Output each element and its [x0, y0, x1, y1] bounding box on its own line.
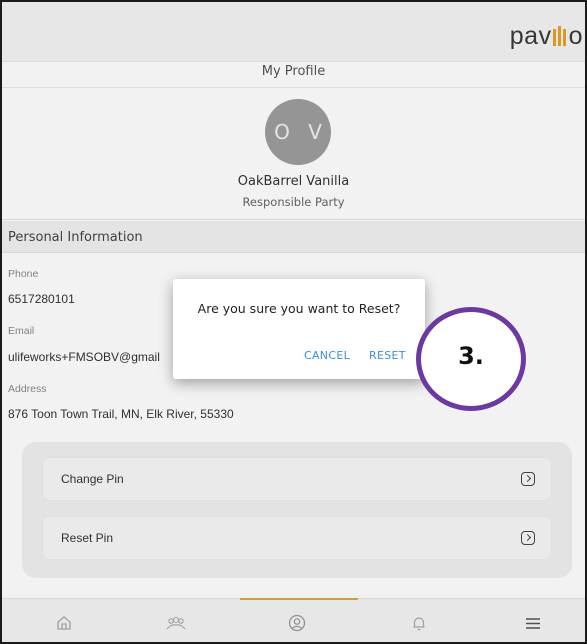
- app-frame: pav o My Profile O V OakBarrel Vanilla Re…: [0, 0, 587, 644]
- cancel-button[interactable]: CANCEL: [304, 349, 350, 362]
- reset-button[interactable]: RESET: [369, 349, 406, 362]
- dialog-message: Are you sure you want to Reset?: [197, 301, 401, 316]
- step-callout: 3.: [416, 307, 526, 411]
- reset-confirm-dialog: Are you sure you want to Reset? CANCEL R…: [173, 279, 425, 379]
- step-number: 3.: [458, 342, 484, 370]
